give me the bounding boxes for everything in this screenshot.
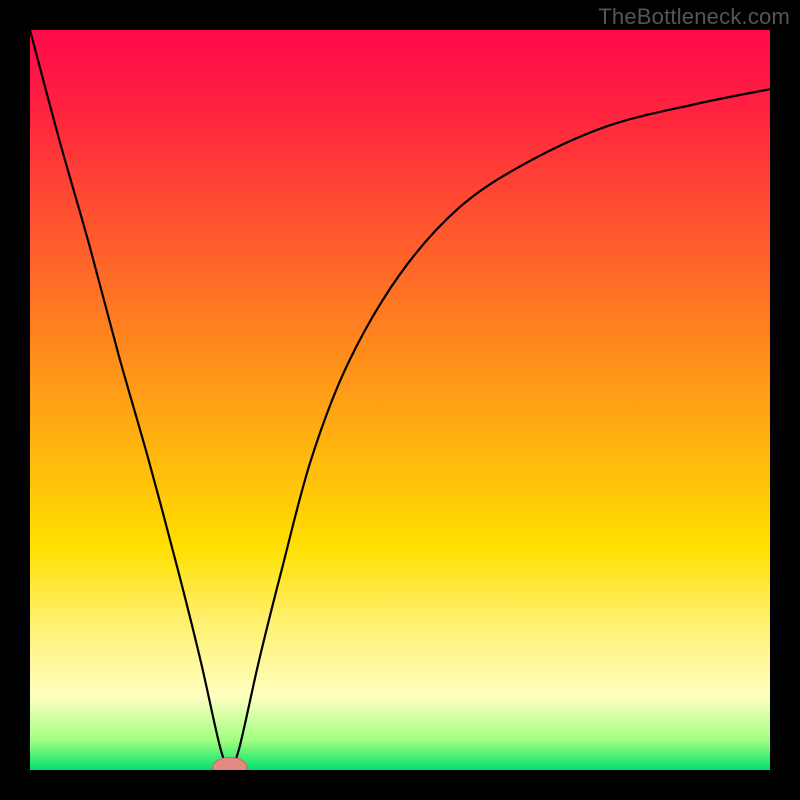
gradient-background: [30, 30, 770, 770]
chart-svg: [30, 30, 770, 770]
chart-frame: TheBottleneck.com: [0, 0, 800, 800]
plot-area: [30, 30, 770, 770]
watermark-text: TheBottleneck.com: [598, 4, 790, 30]
